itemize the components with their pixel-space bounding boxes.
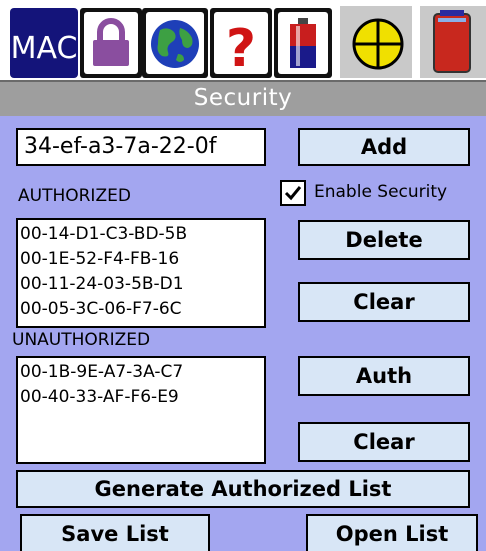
list-item[interactable]: 00-05-3C-06-F7-6C <box>20 297 264 322</box>
help-glyph: ? <box>226 19 256 78</box>
tab-help[interactable]: ? <box>210 6 272 78</box>
crosshair-target-icon <box>352 18 404 70</box>
battery-icon <box>274 8 332 78</box>
help-icon: ? <box>210 8 272 78</box>
save-list-button[interactable]: Save List <box>20 514 210 551</box>
tab-strip: MAC ? <box>0 0 486 80</box>
list-item[interactable]: 00-1E-52-F4-FB-16 <box>20 247 264 272</box>
authorized-label: AUTHORIZED <box>18 186 131 206</box>
enable-security-label: Enable Security <box>314 182 448 202</box>
tab-mac[interactable]: MAC <box>10 6 78 78</box>
page-title: Security <box>193 85 293 111</box>
security-screen: MAC ? Security 34-ef-a3-7a-22-0f Add AUT… <box>0 0 486 551</box>
tab-globe[interactable] <box>142 6 208 78</box>
lock-icon <box>80 8 142 78</box>
title-bar: Security <box>0 80 486 116</box>
list-item[interactable]: 00-40-33-AF-F6-E9 <box>20 385 264 410</box>
delete-button[interactable]: Delete <box>298 220 470 260</box>
unauthorized-label: UNAUTHORIZED <box>12 330 151 350</box>
mac-text-icon: MAC <box>10 8 78 78</box>
open-list-button[interactable]: Open List <box>306 514 478 551</box>
add-button[interactable]: Add <box>298 128 470 166</box>
clear-unauthorized-button[interactable]: Clear <box>298 422 470 462</box>
unauthorized-list[interactable]: 00-1B-9E-A7-3A-C7 00-40-33-AF-F6-E9 <box>16 356 266 464</box>
list-item[interactable]: 00-11-24-03-5B-D1 <box>20 272 264 297</box>
list-item[interactable]: 00-14-D1-C3-BD-5B <box>20 222 264 247</box>
list-item[interactable]: 00-1B-9E-A7-3A-C7 <box>20 360 264 385</box>
tab-mac-label: MAC <box>11 31 78 66</box>
globe-icon <box>142 8 208 78</box>
tab-lock[interactable] <box>80 6 142 78</box>
authorized-list[interactable]: 00-14-D1-C3-BD-5B 00-1E-52-F4-FB-16 00-1… <box>16 218 266 328</box>
enable-security-checkbox[interactable] <box>280 180 306 206</box>
tab-battery[interactable] <box>274 6 332 78</box>
red-card-icon <box>433 10 471 73</box>
mac-address-input[interactable]: 34-ef-a3-7a-22-0f <box>16 128 266 166</box>
tab-card[interactable] <box>420 6 486 78</box>
clear-authorized-button[interactable]: Clear <box>298 282 470 322</box>
auth-button[interactable]: Auth <box>298 356 470 396</box>
generate-authorized-list-button[interactable]: Generate Authorized List <box>16 470 470 508</box>
tab-target[interactable] <box>340 6 412 78</box>
checkmark-icon <box>284 186 302 201</box>
